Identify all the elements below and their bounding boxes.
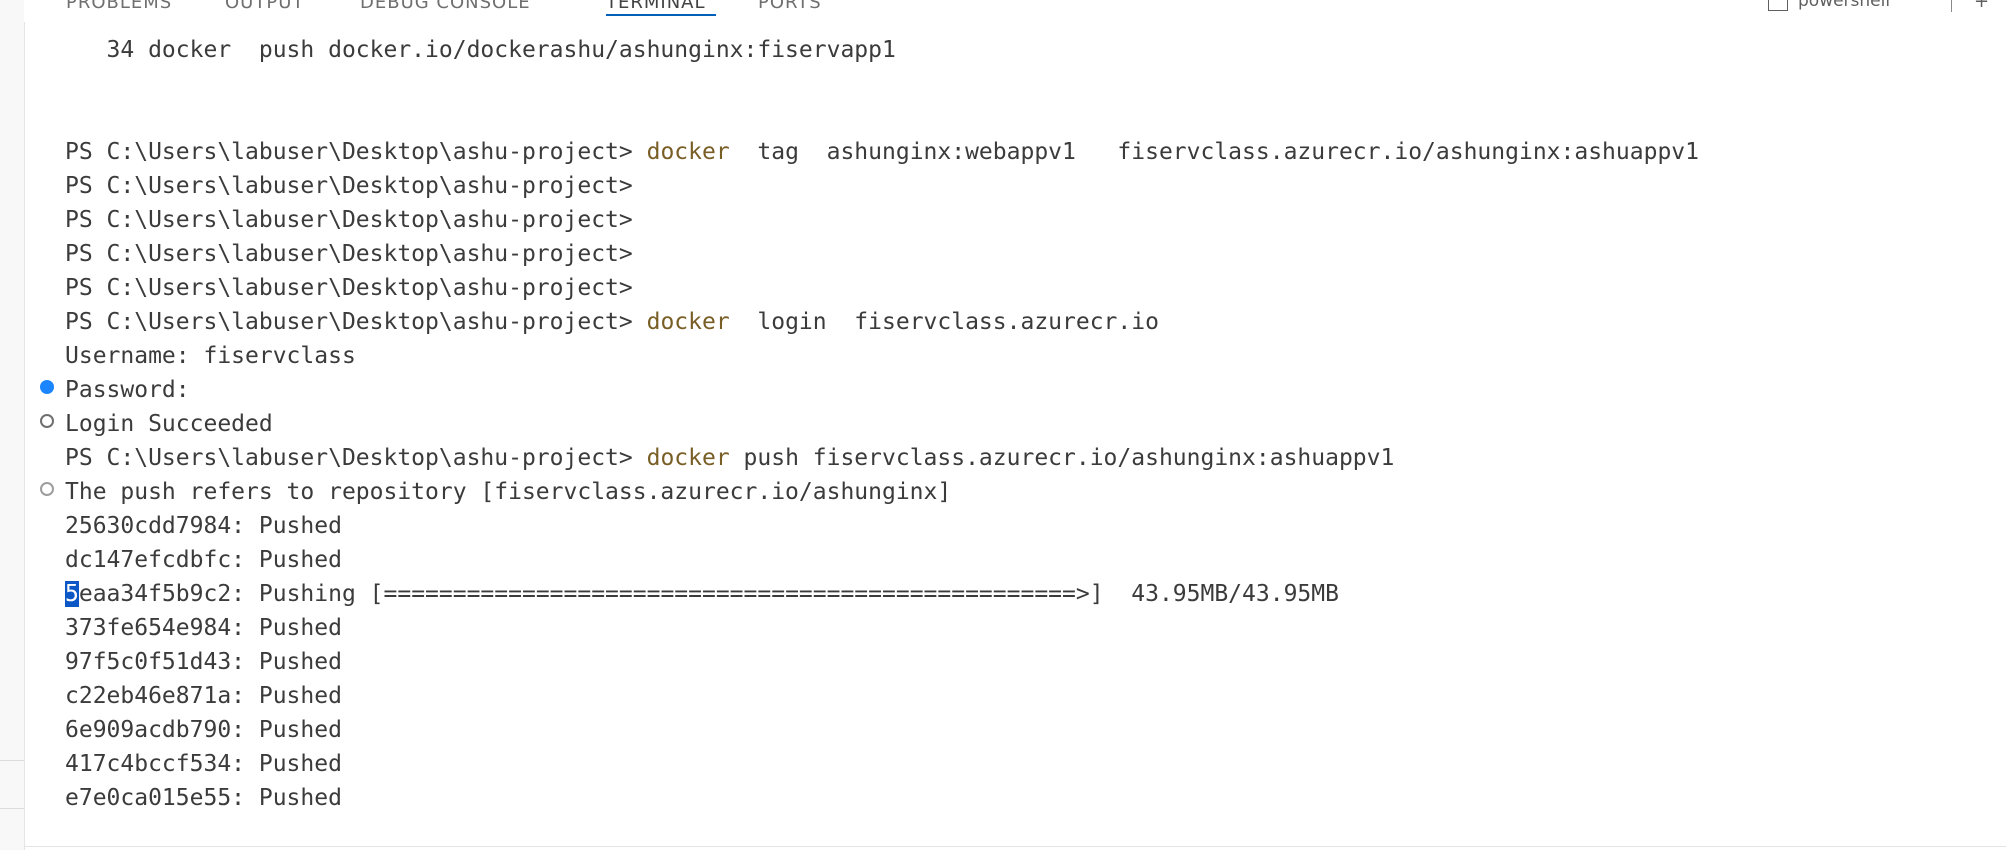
- layer-line: 97f5c0f51d43: Pushed: [65, 649, 342, 675]
- terminal-line: PS C:\Users\labuser\Desktop\ashu-project…: [65, 135, 1699, 169]
- prompt: PS C:\Users\labuser\Desktop\ashu-project…: [65, 173, 647, 199]
- prompt: PS C:\Users\labuser\Desktop\ashu-project…: [65, 275, 647, 301]
- panel-bottom-border: [24, 846, 2006, 847]
- tab-problems[interactable]: PROBLEMS: [66, 0, 172, 13]
- layer-line: e7e0ca015e55: Pushed: [65, 785, 342, 811]
- command-args: tag ashunginx:webappv1 fiservclass.azure…: [729, 139, 1699, 165]
- prompt: PS C:\Users\labuser\Desktop\ashu-project…: [65, 207, 647, 233]
- terminal-line: PS C:\Users\labuser\Desktop\ashu-project…: [65, 271, 647, 305]
- layer-line: 373fe654e984: Pushed: [65, 615, 342, 641]
- layer-line: dc147efcdbfc: Pushed: [65, 547, 342, 573]
- prompt: PS C:\Users\labuser\Desktop\ashu-project…: [65, 309, 647, 335]
- tab-debug-console[interactable]: DEBUG CONSOLE: [360, 0, 531, 13]
- history-line: 34 docker push docker.io/dockerashu/ashu…: [65, 37, 896, 63]
- password-line: Password:: [65, 377, 190, 403]
- pushing-line: 5eaa34f5b9c2: Pushing [=================…: [65, 577, 1339, 611]
- layer-line: 6e909acdb790: Pushed: [65, 717, 342, 743]
- command-decoration-success[interactable]: [40, 380, 54, 394]
- push-refers-line: The push refers to repository [fiservcla…: [65, 479, 952, 505]
- layer-line: 25630cdd7984: Pushed: [65, 513, 342, 539]
- plus-icon[interactable]: +: [1974, 0, 1989, 12]
- prompt: PS C:\Users\labuser\Desktop\ashu-project…: [65, 139, 647, 165]
- tab-ports[interactable]: PORTS: [758, 0, 822, 13]
- panel-header: PROBLEMS OUTPUT DEBUG CONSOLE TERMINAL P…: [24, 0, 2006, 22]
- terminal-output[interactable]: 34 docker push docker.io/dockerashu/ashu…: [0, 24, 2006, 850]
- pushing-progress: eaa34f5b9c2: Pushing [==================…: [78, 581, 1339, 607]
- command-decoration[interactable]: [40, 414, 54, 428]
- layer-line: 417c4bccf534: Pushed: [65, 751, 342, 777]
- login-result-line: Login Succeeded: [65, 411, 273, 437]
- terminal-line: PS C:\Users\labuser\Desktop\ashu-project…: [65, 305, 1159, 339]
- terminal-line: PS C:\Users\labuser\Desktop\ashu-project…: [65, 237, 647, 271]
- terminal-cursor: 5: [65, 581, 79, 607]
- terminal-icon: [1768, 0, 1788, 11]
- command-word: docker: [646, 309, 730, 335]
- terminal-selector[interactable]: powershell: [1768, 0, 1890, 14]
- prompt: PS C:\Users\labuser\Desktop\ashu-project…: [65, 445, 647, 471]
- command-word: docker: [646, 139, 730, 165]
- terminal-line: PS C:\Users\labuser\Desktop\ashu-project…: [65, 203, 647, 237]
- terminal-line: PS C:\Users\labuser\Desktop\ashu-project…: [65, 441, 1394, 475]
- terminal-name: powershell: [1798, 0, 1891, 11]
- tab-terminal[interactable]: TERMINAL: [606, 0, 706, 13]
- prompt: PS C:\Users\labuser\Desktop\ashu-project…: [65, 241, 647, 267]
- command-decoration-running[interactable]: [40, 482, 54, 496]
- username-line: Username: fiservclass: [65, 343, 356, 369]
- command-args: push fiservclass.azurecr.io/ashunginx:as…: [729, 445, 1395, 471]
- terminal-line: PS C:\Users\labuser\Desktop\ashu-project…: [65, 169, 647, 203]
- tab-output[interactable]: OUTPUT: [225, 0, 304, 13]
- command-word: docker: [646, 445, 730, 471]
- active-tab-indicator: [606, 14, 716, 16]
- layer-line: c22eb46e871a: Pushed: [65, 683, 342, 709]
- command-args: login fiservclass.azurecr.io: [729, 309, 1159, 335]
- header-separator: [1951, 0, 1952, 12]
